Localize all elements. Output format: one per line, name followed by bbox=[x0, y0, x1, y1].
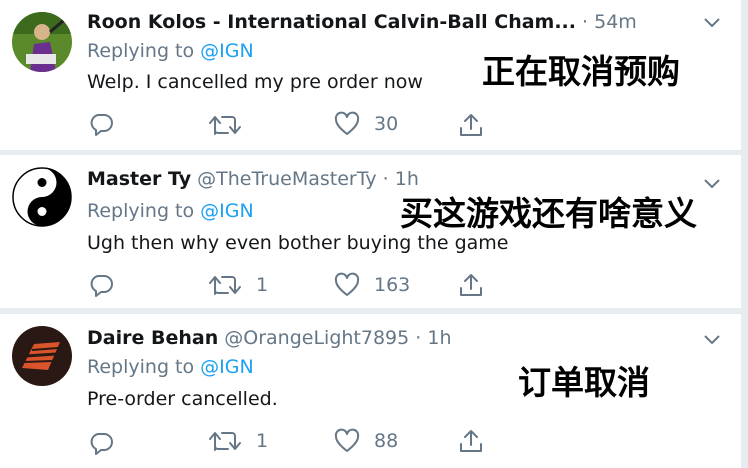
reply-button[interactable] bbox=[88, 272, 128, 298]
avatar[interactable] bbox=[12, 167, 72, 227]
share-icon bbox=[460, 430, 482, 452]
tweet-header: Daire Behan @OrangeLight7895 · 1h bbox=[87, 325, 681, 351]
display-name[interactable]: Daire Behan bbox=[87, 327, 218, 349]
reply-icon bbox=[90, 275, 113, 297]
replying-to: Replying to @IGN bbox=[87, 38, 254, 64]
handle[interactable]: @TheTrueMasterTy bbox=[197, 168, 376, 190]
like-icon bbox=[334, 428, 360, 452]
retweet-icon bbox=[209, 276, 241, 295]
retweet-count: 1 bbox=[256, 430, 269, 452]
chevron-down-icon[interactable] bbox=[703, 17, 721, 29]
tweet-text: Pre-order cancelled. bbox=[87, 388, 278, 410]
like-icon bbox=[334, 272, 360, 296]
retweet-count: 1 bbox=[256, 274, 269, 296]
tweet-header: Roon Kolos - International Calvin-Ball C… bbox=[87, 9, 681, 35]
share-button[interactable] bbox=[458, 428, 484, 454]
retweet-button[interactable]: 1 bbox=[208, 272, 268, 298]
retweet-icon bbox=[209, 116, 241, 135]
share-icon bbox=[460, 274, 482, 296]
tweet-header: Master Ty @TheTrueMasterTy · 1h bbox=[87, 166, 681, 192]
tweet[interactable]: Roon Kolos - International Calvin-Ball C… bbox=[0, 0, 741, 150]
like-button[interactable]: 88 bbox=[334, 428, 398, 454]
like-count: 163 bbox=[374, 274, 411, 296]
display-name[interactable]: Roon Kolos - International Calvin-Ball C… bbox=[87, 11, 576, 33]
reply-button[interactable] bbox=[88, 111, 128, 137]
reply-icon bbox=[90, 114, 113, 136]
avatar[interactable] bbox=[12, 326, 72, 386]
tweet[interactable]: Daire Behan @OrangeLight7895 · 1h Replyi… bbox=[0, 314, 741, 468]
display-name[interactable]: Master Ty bbox=[87, 168, 191, 190]
share-button[interactable] bbox=[458, 272, 484, 298]
mention-link[interactable]: @IGN bbox=[200, 40, 254, 62]
time[interactable]: · 1h bbox=[383, 168, 419, 190]
replying-prefix: Replying to bbox=[87, 40, 195, 62]
replying-to: Replying to @IGN bbox=[87, 354, 254, 380]
replying-to: Replying to @IGN bbox=[87, 198, 254, 224]
like-button[interactable]: 163 bbox=[334, 272, 410, 298]
retweet-button[interactable] bbox=[208, 112, 256, 138]
like-count: 30 bbox=[374, 113, 399, 135]
like-button[interactable]: 30 bbox=[334, 111, 398, 137]
share-button[interactable] bbox=[458, 112, 484, 138]
time[interactable]: · 1h bbox=[415, 327, 451, 349]
handle[interactable]: @OrangeLight7895 bbox=[224, 327, 409, 349]
mention-link[interactable]: @IGN bbox=[200, 200, 254, 222]
retweet-button[interactable]: 1 bbox=[208, 428, 268, 454]
reply-button[interactable] bbox=[88, 430, 128, 456]
like-icon bbox=[334, 111, 360, 135]
retweet-icon bbox=[209, 432, 241, 451]
chevron-down-icon[interactable] bbox=[703, 334, 721, 346]
tweet[interactable]: Master Ty @TheTrueMasterTy · 1h Replying… bbox=[0, 155, 741, 308]
chinese-caption: 买这游戏还有啥意义 bbox=[400, 194, 697, 233]
replying-prefix: Replying to bbox=[87, 200, 195, 222]
replying-prefix: Replying to bbox=[87, 356, 195, 378]
tweet-text: Welp. I cancelled my pre order now bbox=[87, 71, 423, 93]
reply-icon bbox=[90, 433, 113, 455]
chevron-down-icon[interactable] bbox=[703, 178, 721, 190]
mention-link[interactable]: @IGN bbox=[200, 356, 254, 378]
chinese-caption: 正在取消预购 bbox=[482, 52, 680, 91]
share-icon bbox=[460, 114, 482, 136]
avatar[interactable] bbox=[12, 12, 72, 72]
chinese-caption: 订单取消 bbox=[518, 363, 650, 402]
time[interactable]: · 54m bbox=[582, 11, 637, 33]
like-count: 88 bbox=[374, 430, 399, 452]
